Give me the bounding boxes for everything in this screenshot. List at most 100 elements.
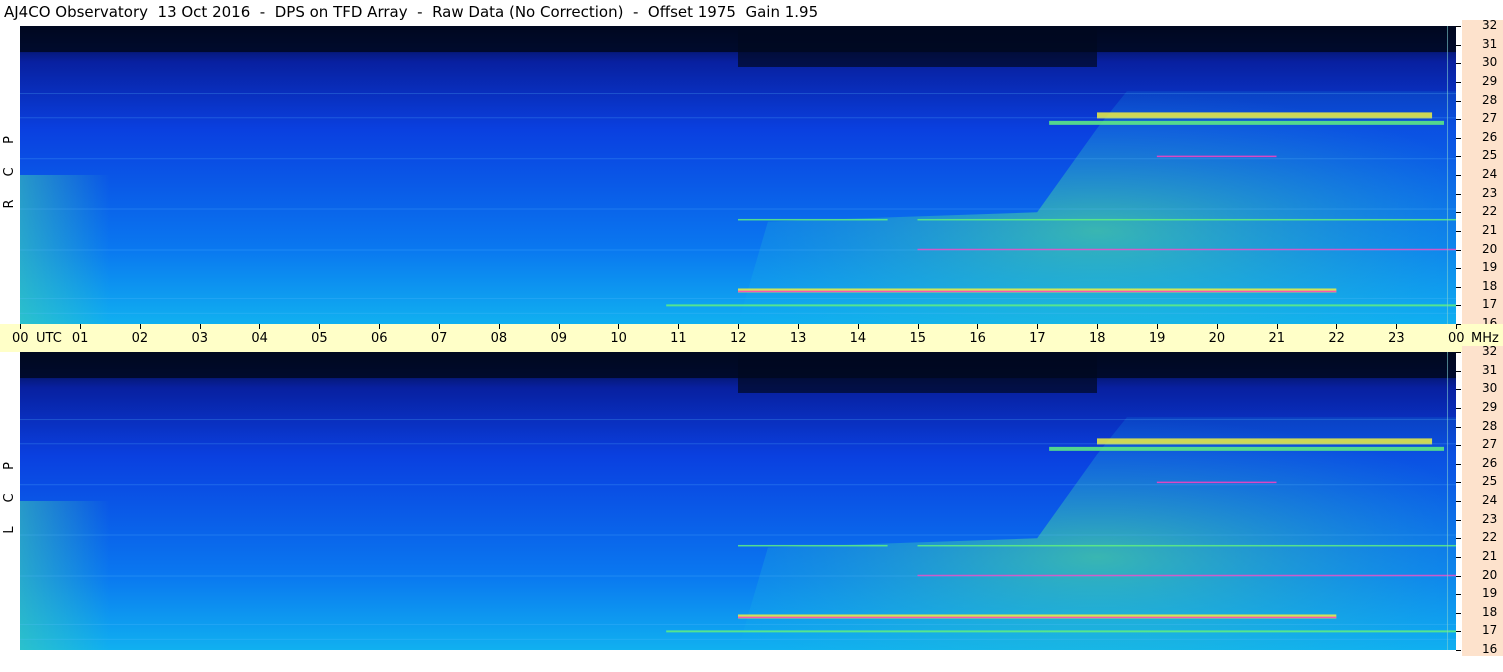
cutoff-band: [738, 26, 1097, 67]
freq-tick-mark: [1456, 612, 1461, 614]
time-tick-label: 05: [311, 331, 328, 346]
time-tick-mark: [1216, 324, 1218, 329]
time-tick-mark: [1097, 324, 1098, 329]
freq-tick-label: 27: [1482, 111, 1498, 126]
emission-band: [917, 218, 1456, 221]
time-tick-label: 21: [1268, 331, 1286, 346]
time-tick-mark: [199, 324, 201, 329]
emission-band: [738, 544, 888, 547]
time-tick-label: 00: [1448, 331, 1465, 346]
freq-tick-label: 29: [1482, 73, 1498, 88]
freq-tick-mark: [1456, 575, 1461, 577]
time-tick-label: 01: [71, 331, 89, 346]
freq-tick-mark: [1456, 137, 1461, 139]
interference-line: [20, 484, 1456, 486]
freq-tick-mark: [1456, 370, 1461, 372]
freq-tick-label: 30: [1482, 381, 1498, 396]
freq-tick-label: 28: [1482, 92, 1498, 107]
panel-label-lcp: P C L: [2, 450, 18, 546]
interference-line: [20, 623, 1456, 625]
freq-tick-mark: [1456, 212, 1461, 214]
freq-tick-mark: [1456, 193, 1461, 195]
freq-axis-bottom: 32 31 30 29 28 27 26 25 24 23 22 21 20 19 18 17 16: [1462, 344, 1503, 656]
freq-tick-label: 30: [1482, 55, 1498, 70]
emission-band: [1049, 120, 1445, 125]
interference-line: [20, 312, 1456, 314]
time-tick-label: 23: [1388, 331, 1405, 346]
freq-tick-mark: [1456, 119, 1461, 121]
freq-axis-top: 32 31 30 29 28 27 26 25 24 23 22 21 20 19 18 17 16: [1462, 18, 1503, 330]
time-tick-mark: [797, 324, 799, 329]
chart-title: AJ4CO Observatory 13 Oct 2016 - DPS on T…: [4, 3, 819, 21]
freq-tick-label: 32: [1482, 18, 1498, 32]
time-tick-label: 19: [1148, 331, 1166, 346]
time-axis: 00 01 02 03 04 05 06 07 08 09 10 11 12 13 14 15 16 17 18 19…: [0, 324, 1503, 352]
time-tick-label: 03: [191, 331, 209, 346]
time-tick-label: 06: [371, 331, 388, 346]
freq-tick-label: 19: [1482, 260, 1498, 275]
time-tick-mark: [259, 324, 261, 329]
freq-tick-mark: [1456, 482, 1461, 484]
time-tick-mark: [379, 324, 380, 329]
freq-tick-mark: [1456, 407, 1461, 409]
time-tick-label: 07: [430, 331, 448, 346]
interference-line: [20, 297, 1456, 299]
freq-tick-mark: [1456, 556, 1461, 558]
freq-tick-mark: [1456, 26, 1461, 27]
interference-line: [20, 93, 1456, 95]
freq-tick-label: 17: [1482, 623, 1498, 638]
time-tick-label: 04: [251, 331, 268, 346]
time-tick-mark: [857, 324, 859, 329]
freq-tick-label: 20: [1482, 567, 1498, 582]
freq-tick-mark: [1456, 426, 1461, 428]
interference-line: [20, 208, 1456, 210]
freq-tick-label: 20: [1482, 241, 1498, 256]
emission-band: [666, 630, 1456, 633]
utc-label: UTC: [36, 331, 62, 346]
time-tick-mark: [438, 324, 440, 329]
freq-tick-label: 21: [1482, 222, 1498, 237]
freq-tick-label: 31: [1482, 362, 1498, 377]
freq-tick-mark: [1456, 352, 1461, 353]
freq-tick-label: 23: [1482, 511, 1498, 526]
interference-line: [20, 158, 1456, 160]
freq-tick-label: 25: [1482, 474, 1498, 489]
freq-tick-mark: [1456, 249, 1461, 251]
freq-tick-mark: [1456, 44, 1461, 46]
time-tick-label: 14: [849, 331, 867, 346]
interference-line: [20, 419, 1456, 421]
freq-tick-label: 26: [1482, 455, 1498, 470]
freq-tick-label: 25: [1482, 148, 1498, 163]
freq-tick-mark: [1456, 463, 1461, 465]
time-tick-mark: [1336, 324, 1338, 329]
freq-tick-label: 26: [1482, 129, 1498, 144]
freq-tick-label: 18: [1482, 278, 1498, 293]
rcp-spectrogram: [20, 26, 1456, 324]
freq-tick-mark: [1456, 100, 1461, 102]
time-tick-mark: [319, 324, 321, 329]
freq-tick-mark: [1456, 631, 1461, 633]
freq-tick-mark: [1456, 650, 1461, 651]
time-tick-label: 00: [12, 331, 29, 346]
interference-line: [20, 249, 1456, 251]
freq-tick-mark: [1456, 501, 1461, 502]
time-tick-mark: [498, 324, 500, 329]
freq-tick-label: 24: [1482, 167, 1498, 181]
time-tick-label: 09: [550, 331, 568, 346]
freq-tick-mark: [1456, 519, 1461, 521]
time-tick-mark: [977, 324, 979, 329]
time-tick-mark: [79, 324, 81, 329]
time-tick-mark: [20, 324, 21, 329]
time-tick-label: 16: [969, 331, 986, 346]
time-tick-label: 02: [131, 331, 149, 346]
edge-line: [1447, 352, 1449, 650]
cutoff-band: [738, 352, 1097, 393]
freq-tick-mark: [1456, 175, 1461, 176]
freq-tick-mark: [1456, 594, 1461, 596]
emission-band: [666, 304, 1456, 307]
freq-tick-mark: [1456, 230, 1461, 232]
time-tick-mark: [139, 324, 141, 329]
time-tick-label: 20: [1208, 331, 1226, 346]
time-tick-label: 11: [670, 331, 687, 346]
freq-tick-label: 18: [1482, 604, 1498, 619]
